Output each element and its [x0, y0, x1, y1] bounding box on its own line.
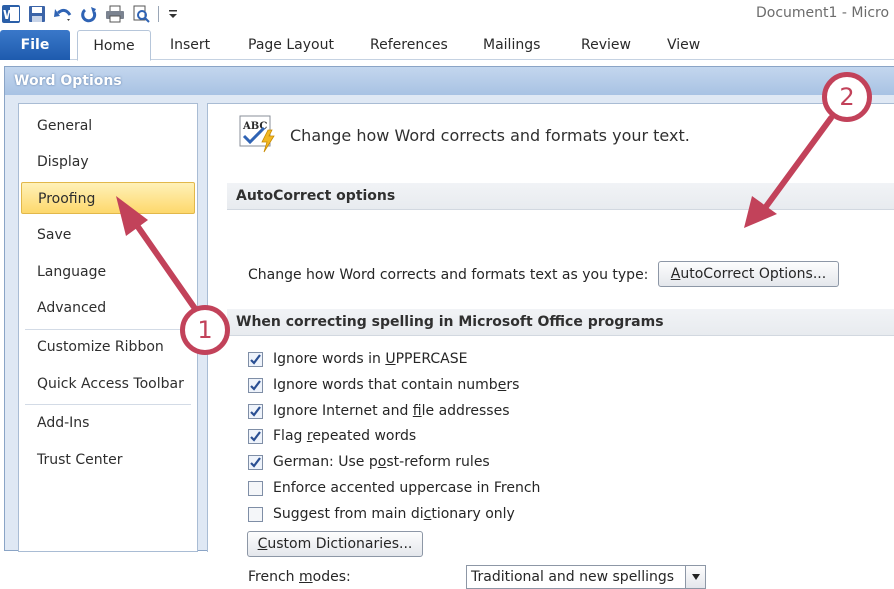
word-options-dialog: Word Options General Display Proofing Sa…: [4, 66, 894, 589]
window-title: Document1 - Micro: [756, 5, 890, 21]
nav-item-customize-ribbon[interactable]: Customize Ribbon: [21, 331, 195, 363]
tab-file[interactable]: File: [0, 30, 70, 60]
autocorrect-options-button[interactable]: AutoCorrect Options...: [658, 261, 839, 287]
nav-item-language[interactable]: Language: [21, 256, 195, 288]
french-modes-select[interactable]: Traditional and new spellings: [466, 565, 706, 589]
print-icon[interactable]: [104, 3, 126, 25]
option-label: Ignore words that contain numbers: [273, 377, 520, 393]
dialog-title: Word Options: [5, 67, 894, 95]
option-label: German: Use post-reform rules: [273, 454, 490, 470]
nav-item-display[interactable]: Display: [21, 146, 195, 178]
autocorrect-section-header: AutoCorrect options: [227, 183, 894, 210]
tab-home[interactable]: Home: [77, 30, 151, 61]
spelling-section-header: When correcting spelling in Microsoft Of…: [227, 309, 894, 336]
checkmark-icon: [250, 405, 261, 417]
options-nav: General Display Proofing Save Language A…: [18, 103, 198, 552]
french-modes-label: French modes:: [248, 569, 351, 585]
french-modes-value: Traditional and new spellings: [471, 569, 675, 585]
checkbox[interactable]: [248, 403, 263, 419]
checkbox[interactable]: [248, 428, 263, 444]
step-marker-2: 2: [822, 72, 872, 122]
nav-item-add-ins[interactable]: Add-Ins: [21, 407, 195, 439]
checkbox[interactable]: [248, 377, 263, 393]
redo-icon[interactable]: [78, 3, 100, 25]
quick-access-toolbar: W: [0, 3, 188, 25]
checkmark-icon: [250, 456, 261, 468]
checkmark-icon: [250, 430, 261, 442]
title-bar: W Document1 - Micro: [0, 0, 894, 30]
tab-page-layout[interactable]: Page Layout: [248, 30, 334, 60]
step-marker-1: 1: [180, 305, 230, 355]
custom-dictionaries-button[interactable]: Custom Dictionaries...: [247, 531, 423, 557]
option-suggest-main-dictionary[interactable]: Suggest from main dictionary only: [248, 504, 515, 524]
option-enforce-accented-uppercase[interactable]: Enforce accented uppercase in French: [248, 478, 540, 498]
option-label: Enforce accented uppercase in French: [273, 480, 541, 496]
option-ignore-internet-addresses[interactable]: Ignore Internet and file addresses: [248, 401, 510, 421]
ribbon-tab-bar: File Home Insert Page Layout References …: [0, 30, 894, 61]
nav-divider: [25, 404, 191, 405]
nav-item-proofing[interactable]: Proofing: [21, 182, 195, 214]
tab-mailings[interactable]: Mailings: [483, 30, 540, 60]
option-label: Flag repeated words: [273, 428, 417, 444]
qat-customize-icon[interactable]: [162, 3, 184, 25]
nav-item-general[interactable]: General: [21, 110, 195, 142]
option-label: Ignore words in UPPERCASE: [273, 351, 468, 367]
option-ignore-uppercase[interactable]: Ignore words in UPPERCASE: [248, 349, 467, 369]
option-label: Suggest from main dictionary only: [273, 506, 515, 522]
checkbox[interactable]: [248, 480, 263, 496]
print-preview-icon[interactable]: [130, 3, 152, 25]
qat-separator: [158, 6, 159, 22]
spelling-abc-icon: ABC: [238, 114, 278, 154]
save-icon[interactable]: [26, 3, 48, 25]
tab-review[interactable]: Review: [581, 30, 631, 60]
undo-icon[interactable]: [52, 3, 74, 25]
checkmark-icon: [250, 379, 261, 391]
tab-references[interactable]: References: [370, 30, 448, 60]
nav-item-save[interactable]: Save: [21, 219, 195, 251]
checkmark-icon: [250, 353, 261, 365]
word-icon[interactable]: W: [0, 3, 22, 25]
proofing-panel: ABC Change how Word corrects and formats…: [207, 103, 894, 589]
nav-divider: [25, 329, 191, 330]
checkbox[interactable]: [248, 506, 263, 522]
tab-insert[interactable]: Insert: [170, 30, 210, 60]
nav-item-trust-center[interactable]: Trust Center: [21, 444, 195, 476]
chevron-down-icon[interactable]: [685, 566, 705, 588]
checkbox[interactable]: [248, 351, 263, 367]
option-ignore-numbers[interactable]: Ignore words that contain numbers: [248, 375, 519, 395]
option-label: Ignore Internet and file addresses: [273, 403, 510, 419]
autocorrect-description: Change how Word corrects and formats tex…: [248, 267, 649, 283]
tab-view[interactable]: View: [667, 30, 700, 60]
nav-item-quick-access-toolbar[interactable]: Quick Access Toolbar: [21, 368, 195, 400]
checkbox[interactable]: [248, 454, 263, 470]
option-german-post-reform[interactable]: German: Use post-reform rules: [248, 452, 490, 472]
proofing-header-text: Change how Word corrects and formats you…: [290, 126, 690, 145]
option-flag-repeated-words[interactable]: Flag repeated words: [248, 426, 416, 446]
svg-text:W: W: [3, 8, 16, 22]
nav-item-advanced[interactable]: Advanced: [21, 292, 195, 324]
